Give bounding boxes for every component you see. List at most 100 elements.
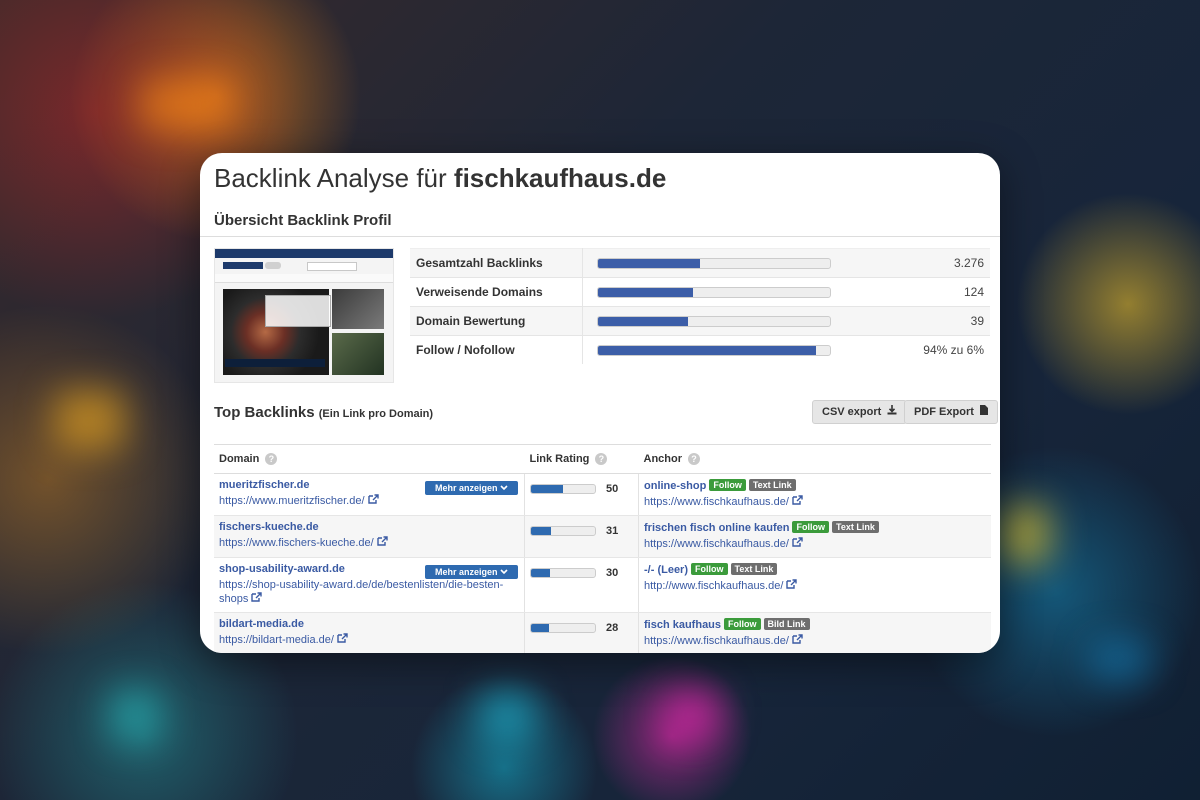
link-type-badge: Bild Link [763,618,810,630]
link-type-badge: Text Link [748,479,796,491]
anchor-cell: online-shop Follow Text Link https://www.fi… [638,473,991,516]
overview-bar-cell [582,335,845,364]
csv-export-label: CSV export [822,406,882,418]
table-row: fischers-kueche.de https://www.fischers-k… [214,515,991,558]
rating-bar [530,526,596,536]
column-header-anchor: Anchor? [638,444,991,474]
anchor-text-link[interactable]: -/- (Leer) [644,564,688,576]
external-link-icon[interactable] [376,536,388,551]
overview-label: Verweisende Domains [410,277,583,307]
column-header-domain: Domain? [214,444,525,474]
target-url-link[interactable]: http://www.fischkaufhaus.de/ [644,579,986,594]
top-backlinks-title: Top Backlinks (Ein Link pro Domain) [214,404,433,421]
follow-badge: Follow [724,618,761,630]
rating-value: 31 [606,525,619,537]
overview-value: 124 [845,277,990,307]
external-link-icon[interactable] [792,495,803,510]
overview-row: Follow / Nofollow 94% zu 6% [410,335,990,364]
page-title: Backlink Analyse für fischkaufhaus.de [214,163,666,194]
progress-bar-fill [598,258,701,268]
page-title-prefix: Backlink Analyse für [214,163,447,193]
external-link-icon[interactable] [792,537,803,552]
website-screenshot-thumbnail [214,248,394,383]
external-link-icon[interactable] [786,579,798,594]
file-icon [979,401,988,423]
external-link-icon[interactable] [792,634,803,649]
target-url-link[interactable]: https://www.fischkaufhaus.de/ [644,634,986,649]
table-row: mueritzfischer.de https://www.mueritzfisc… [214,473,991,516]
anchor-text-link[interactable]: fisch kaufhaus [644,619,721,631]
backlink-domain-link[interactable]: fischers-kueche.de [219,521,519,533]
domain-cell: shop-usability-award.de https://shop-usab… [214,557,525,613]
rating-bar-fill [531,527,551,535]
overview-stats-table: Gesamtzahl Backlinks 3.276 Verweisende Dom… [410,248,990,364]
domain-cell: mueritzfischer.de https://www.mueritzfisc… [214,473,525,516]
backlink-url-link[interactable]: https://www.fischers-kueche.de/ [219,536,519,551]
domain-cell: fischers-kueche.de https://www.fischers-k… [214,515,525,558]
follow-badge: Follow [691,563,728,575]
backlink-analysis-card: Backlink Analyse für fischkaufhaus.de Üb… [200,153,1000,653]
rating-cell: 50 [524,473,639,516]
progress-bar-fill [598,316,689,326]
overview-bar-cell [582,248,845,278]
overview-value: 94% zu 6% [845,335,990,364]
overview-row: Verweisende Domains 124 [410,277,990,307]
top-backlinks-subtitle: (Ein Link pro Domain) [318,408,434,420]
rating-bar [530,623,596,633]
rating-value: 28 [606,622,619,634]
overview-value: 3.276 [845,248,990,278]
overview-bar-cell [582,306,845,336]
show-more-button[interactable]: Mehr anzeigen [424,481,518,495]
download-icon [887,401,897,423]
external-link-icon[interactable] [251,592,263,607]
overview-label: Follow / Nofollow [410,335,583,364]
rating-bar-fill [531,624,549,632]
target-url-link[interactable]: https://www.fischkaufhaus.de/ [644,537,986,552]
rating-cell: 28 [524,612,639,653]
link-type-badge: Text Link [730,563,778,575]
target-url-link[interactable]: https://www.fischkaufhaus.de/ [644,495,986,510]
rating-bar-fill [531,569,551,577]
help-icon[interactable]: ? [265,453,278,466]
overview-title: Übersicht Backlink Profil [214,212,392,229]
backlink-url-link[interactable]: https://www.mueritzfischer.de/ [219,494,519,509]
rating-cell: 31 [524,515,639,558]
anchor-cell: frischen fisch online kaufen Follow Text L… [638,515,991,558]
table-row: bildart-media.de https://bildart-media.de… [214,612,991,653]
overview-label: Domain Bewertung [410,306,583,336]
chevron-down-icon [500,485,508,491]
backlink-domain-link[interactable]: bildart-media.de [219,618,519,630]
anchor-text-link[interactable]: online-shop [644,480,706,492]
progress-bar [597,315,831,327]
follow-badge: Follow [792,521,829,533]
progress-bar [597,257,831,269]
help-icon[interactable]: ? [595,453,608,466]
overview-row: Gesamtzahl Backlinks 3.276 [410,248,990,278]
chevron-down-icon [500,569,508,575]
help-icon[interactable]: ? [688,453,700,466]
link-type-badge: Text Link [831,521,879,533]
backlink-url-link[interactable]: https://shop-usability-award.de/de/beste… [219,578,519,607]
external-link-icon[interactable] [367,494,379,509]
rating-value: 50 [606,483,619,495]
overview-bar-cell [582,277,845,307]
anchor-text-link[interactable]: frischen fisch online kaufen [644,522,789,534]
pdf-export-label: PDF Export [914,406,974,418]
progress-bar-fill [598,287,694,297]
external-link-icon[interactable] [337,633,348,648]
rating-bar [530,484,596,494]
progress-bar-fill [598,345,817,355]
show-more-button[interactable]: Mehr anzeigen [424,565,518,579]
backlink-url-link[interactable]: https://bildart-media.de/ [219,633,519,648]
overview-value: 39 [845,306,990,336]
rating-bar [530,568,596,578]
follow-badge: Follow [709,479,746,491]
top-backlinks-heading: Top Backlinks [214,404,315,421]
anchor-cell: fisch kaufhaus Follow Bild Link https://www… [638,612,991,653]
csv-export-button[interactable]: CSV export [812,400,908,424]
rating-cell: 30 [524,557,639,613]
overview-label: Gesamtzahl Backlinks [410,248,583,278]
rating-bar-fill [531,485,563,493]
anchor-cell: -/- (Leer) Follow Text Link http://www.fisc… [638,557,991,613]
pdf-export-button[interactable]: PDF Export [904,400,998,424]
